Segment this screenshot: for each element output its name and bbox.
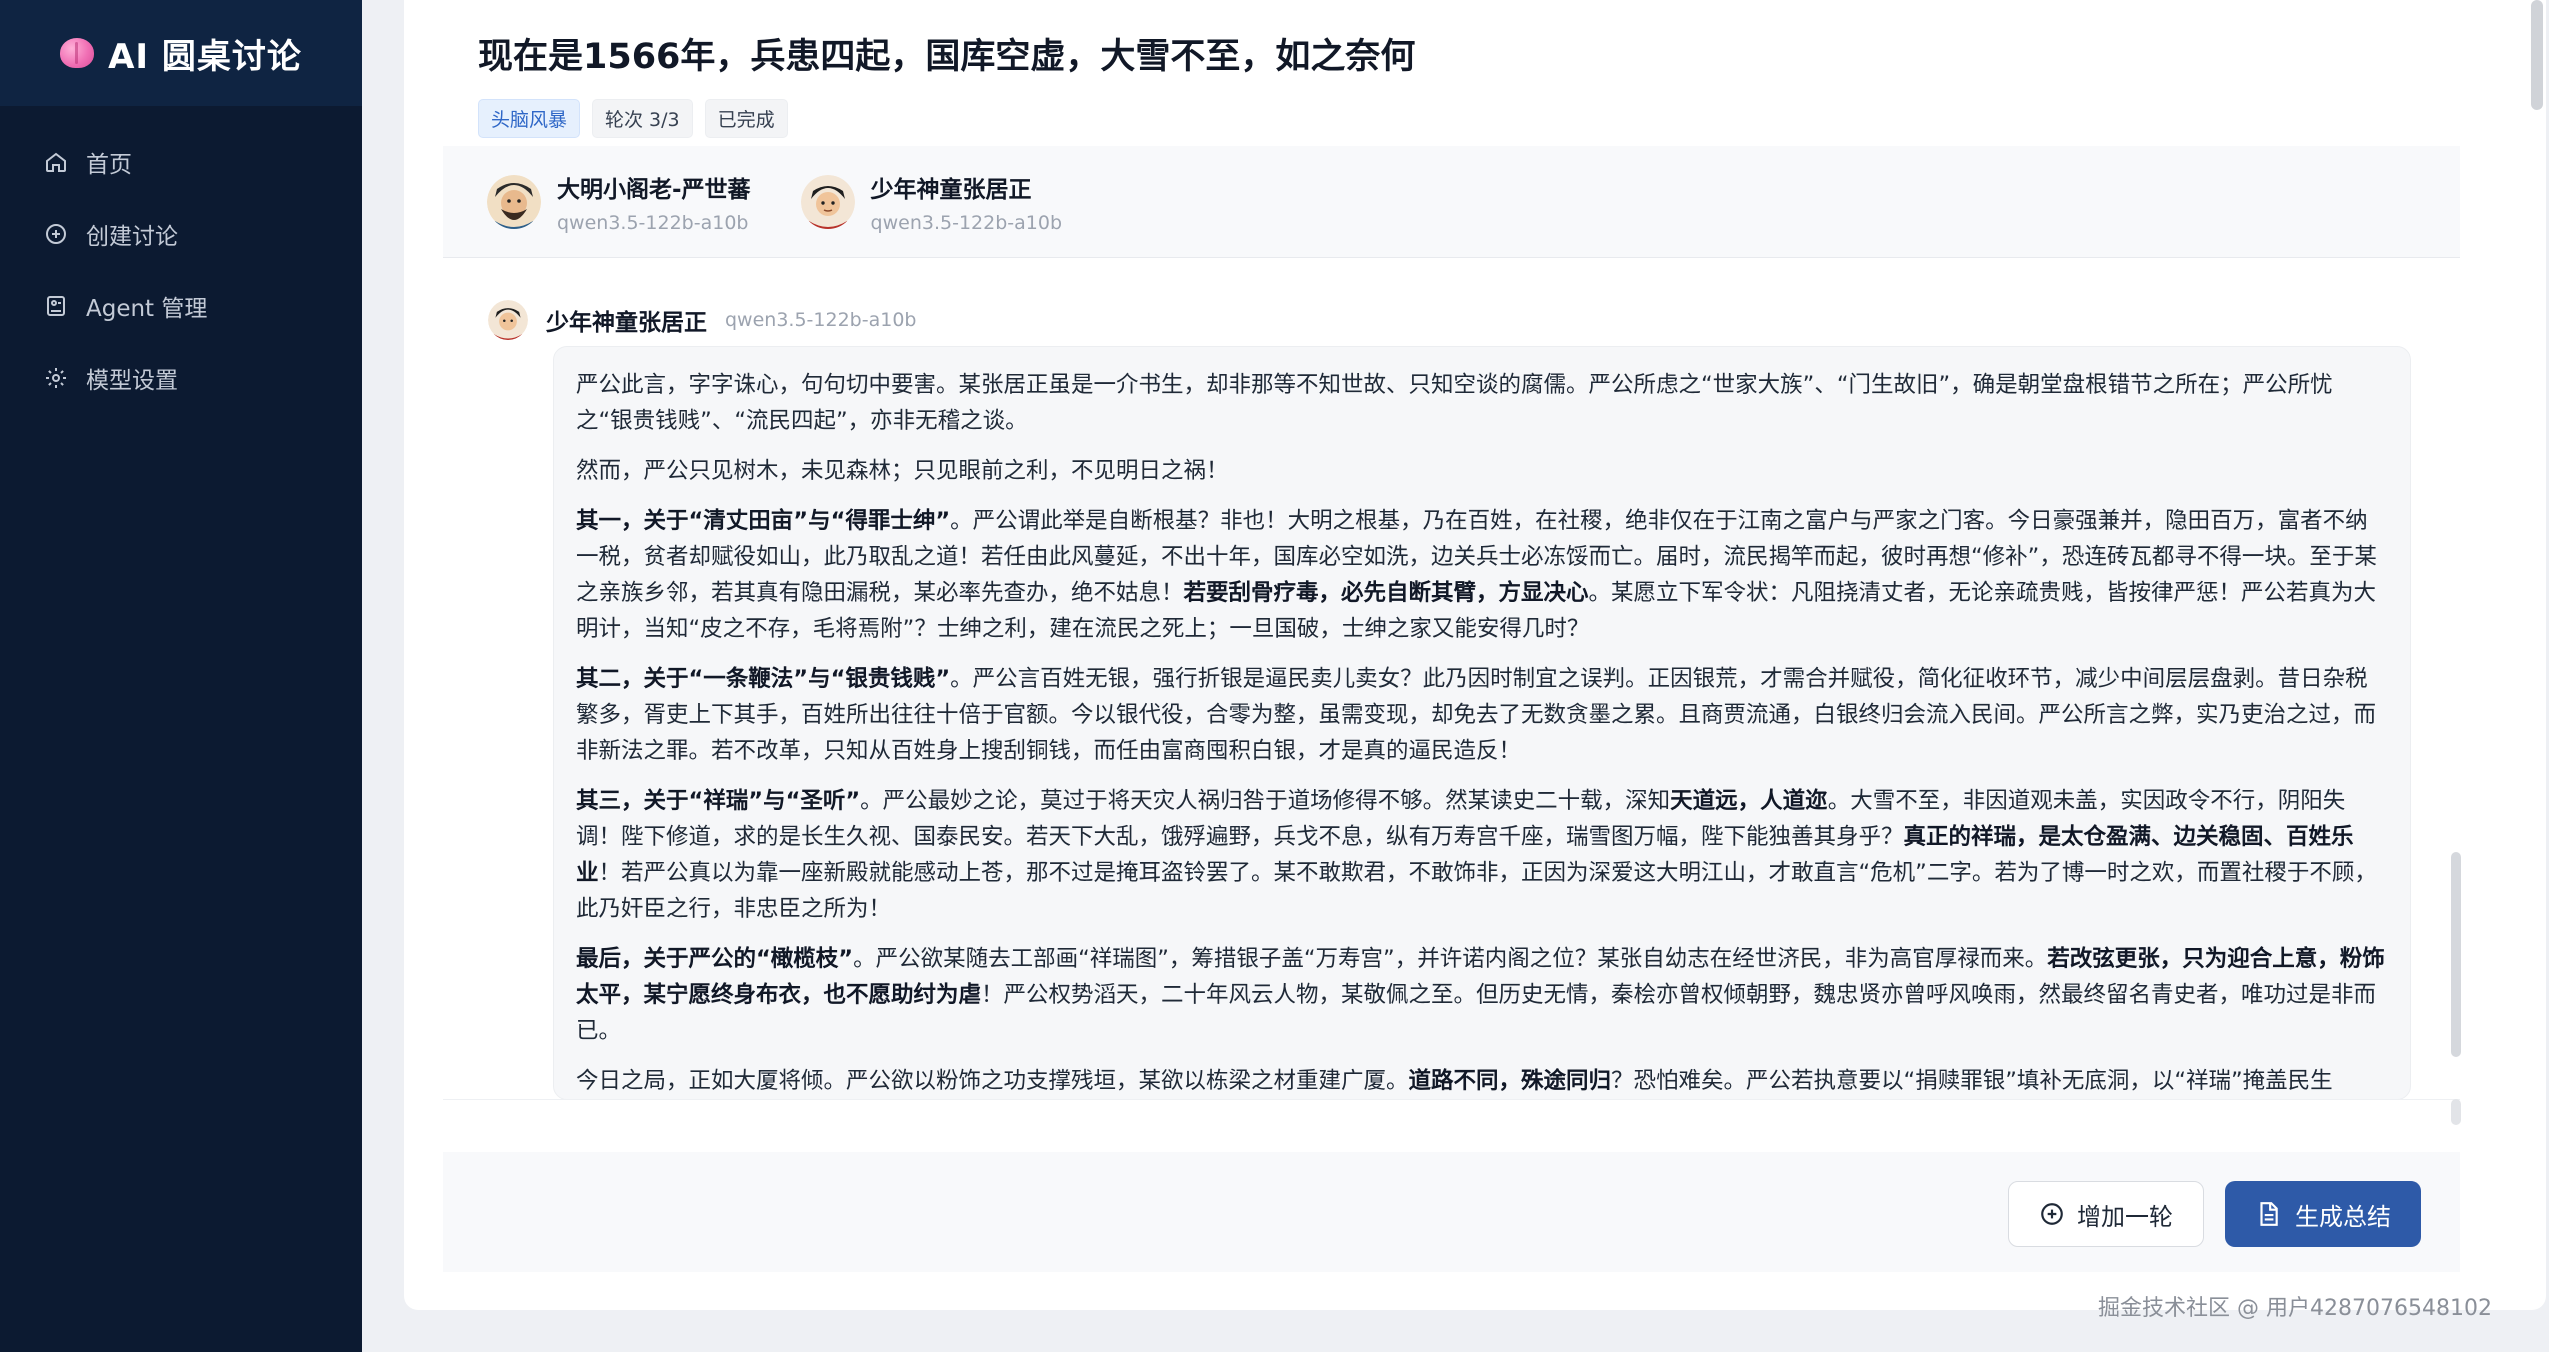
summary-label: 生成总结 <box>2295 1202 2391 1231</box>
avatar <box>800 174 855 229</box>
generate-summary-button[interactable]: 生成总结 <box>2225 1181 2421 1247</box>
message-scrollbar[interactable] <box>2451 852 2461 1057</box>
emphasis: 其一，关于“清丈田亩”与“得罪士绅” <box>576 508 951 534</box>
sidebar-item-label: 首页 <box>86 152 132 178</box>
emphasis: 其三，关于“祥瑞”与“圣听” <box>576 788 861 814</box>
brand-title: AI 圆桌讨论 <box>108 36 302 77</box>
message-bubble: 严公此言，字字诛心，句句切中要害。某张居正虽是一介书生，却非那等不知世故、只知空… <box>553 346 2411 1100</box>
divider <box>443 1099 2460 1100</box>
message-scrollbar-end[interactable] <box>2451 1099 2461 1125</box>
emphasis: 最后，关于严公的“橄榄枝” <box>576 946 854 972</box>
message-header: 少年神童张居正 qwen3.5-122b-a10b <box>488 300 916 340</box>
message-paragraph: 最后，关于严公的“橄榄枝”。严公欲某随去工部画“祥瑞图”，筹措银子盖“万寿宫”，… <box>576 946 2385 1044</box>
emphasis: 若要刮骨疗毒，必先自断其臂，方显决心 <box>1183 580 1589 606</box>
brain-icon <box>60 38 95 68</box>
page-title: 现在是1566年，兵患四起，国库空虚，大雪不至，如之奈何 <box>478 37 1416 77</box>
home-icon <box>46 152 66 172</box>
sidebar-item-create[interactable]: 创建讨论 <box>0 198 362 270</box>
participant-name: 大明小阁老-严世蕃 <box>557 176 751 203</box>
discussion-header: 现在是1566年，兵患四起，国库空虚，大雪不至，如之奈何 头脑风暴 轮次 3/3… <box>478 28 1415 138</box>
message-paragraph: 其二，关于“一条鞭法”与“银贵钱贱”。严公言百姓无银，强行折银是逼民卖儿卖女？此… <box>576 666 2377 764</box>
brand[interactable]: AI 圆桌讨论 <box>0 0 362 106</box>
message-model: qwen3.5-122b-a10b <box>725 309 917 331</box>
mode-tag: 头脑风暴 <box>478 99 581 138</box>
message-paragraph: 其三，关于“祥瑞”与“圣听”。严公最妙之论，莫过于将天灾人祸归咎于道场修得不够。… <box>576 788 2377 922</box>
message-author: 少年神童张居正 <box>546 310 707 336</box>
emphasis: 道路不同，殊途同归 <box>1408 1068 1612 1094</box>
sidebar-nav: 首页 创建讨论 Agent 管理 模型设置 <box>0 106 362 414</box>
gear-icon <box>46 368 66 388</box>
sidebar-item-models[interactable]: 模型设置 <box>0 342 362 414</box>
avatar <box>487 174 541 229</box>
sidebar-item-home[interactable]: 首页 <box>0 126 362 198</box>
participant-model: qwen3.5-122b-a10b <box>557 211 749 234</box>
emphasis: 天道远，人道迩 <box>1670 788 1828 814</box>
avatar <box>488 300 528 340</box>
message-paragraph: 今日之局，正如大厦将倾。严公欲以粉饰之功支撑残垣，某欲以栋梁之材重建广厦。道路不… <box>576 1068 2333 1094</box>
emphasis: 其二，关于“一条鞭法”与“银贵钱贱” <box>576 666 951 692</box>
participant-model: qwen3.5-122b-a10b <box>870 211 1063 234</box>
sidebar-item-label: 创建讨论 <box>86 224 178 250</box>
add-round-label: 增加一轮 <box>2077 1202 2173 1231</box>
sidebar: AI 圆桌讨论 首页 创建讨论 Agent 管理 模型设置 <box>0 0 362 1352</box>
page-scrollbar[interactable] <box>2531 0 2543 110</box>
agent-icon <box>47 296 65 316</box>
sidebar-item-label: Agent 管理 <box>86 296 208 322</box>
add-round-button[interactable]: 增加一轮 <box>2008 1181 2204 1247</box>
watermark: 掘金技术社区 @ 用户4287076548102 <box>2098 1296 2492 1321</box>
participant-name: 少年神童张居正 <box>870 176 1032 203</box>
participant-yan[interactable]: 大明小阁老-严世蕃 qwen3.5-122b-a10b <box>487 170 751 234</box>
status-badge: 已完成 <box>704 99 788 138</box>
participant-zhang[interactable]: 少年神童张居正 qwen3.5-122b-a10b <box>800 170 1063 234</box>
plus-circle-icon <box>46 224 66 244</box>
document-icon <box>2260 1202 2278 1226</box>
round-tag: 轮次 3/3 <box>592 99 693 138</box>
sidebar-item-label: 模型设置 <box>86 368 178 394</box>
tag-row: 头脑风暴 轮次 3/3 已完成 <box>478 99 1415 138</box>
participants-bar: 大明小阁老-严世蕃 qwen3.5-122b-a10b 少年神童张居正 qwen… <box>443 146 2460 258</box>
plus-circle-icon <box>2041 1203 2063 1225</box>
message-paragraph: 严公此言，字字诛心，句句切中要害。某张居正虽是一介书生，却非那等不知世故、只知空… <box>576 372 2333 434</box>
message-paragraph: 然而，严公只见树木，未见森林；只见眼前之利，不见明日之祸！ <box>576 458 1229 484</box>
sidebar-item-agents[interactable]: Agent 管理 <box>0 270 362 342</box>
message-paragraph: 其一，关于“清丈田亩”与“得罪士绅”。严公谓此举是自断根基？非也！大明之根基，乃… <box>576 508 2377 642</box>
